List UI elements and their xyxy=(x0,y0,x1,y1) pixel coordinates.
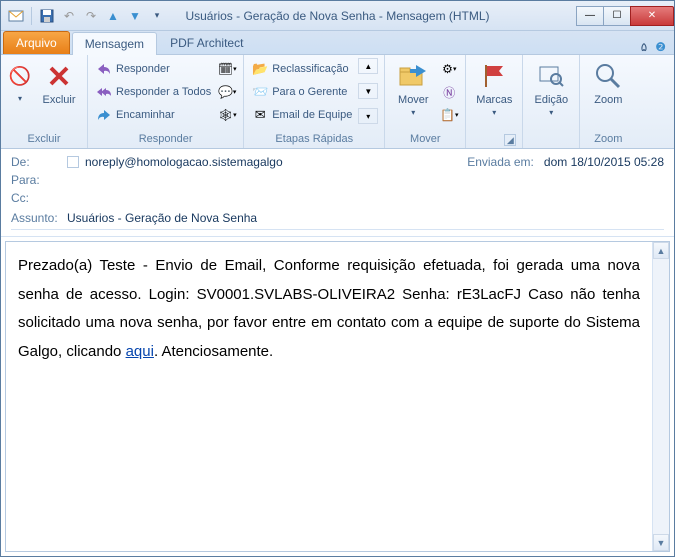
onenote-icon[interactable]: Ⓝ xyxy=(439,81,459,103)
sent-label: Enviada em: xyxy=(467,155,534,169)
ribbon-tabs: Arquivo Mensagem PDF Architect ۵ ❷ xyxy=(1,31,674,55)
next-item-icon[interactable]: ▼ xyxy=(126,7,144,25)
delete-button[interactable]: Excluir xyxy=(37,58,81,108)
to-label: Para: xyxy=(11,173,61,187)
im-reply-icon[interactable]: 💬▾ xyxy=(217,81,237,103)
cc-label: Cc: xyxy=(11,191,61,205)
flag-icon xyxy=(478,60,510,92)
find-icon xyxy=(535,60,567,92)
save-icon[interactable] xyxy=(38,7,56,25)
tab-message[interactable]: Mensagem xyxy=(72,32,157,55)
quick-step-reclass[interactable]: 📂 Reclassificação xyxy=(250,58,354,80)
more-respond-icon[interactable]: 🕸▾ xyxy=(217,104,237,126)
group-label-delete: Excluir xyxy=(7,131,81,148)
quick-step-manager[interactable]: 📨 Para o Gerente xyxy=(250,81,354,103)
previous-item-icon[interactable]: ▲ xyxy=(104,7,122,25)
reply-icon xyxy=(96,61,112,77)
group-label-tags: ◢ xyxy=(472,143,516,148)
group-label-move: Mover xyxy=(391,131,459,148)
move-button[interactable]: Mover ▾ xyxy=(391,58,435,119)
tab-file[interactable]: Arquivo xyxy=(3,31,70,54)
app-icon[interactable] xyxy=(7,7,25,25)
team-email-icon: ✉ xyxy=(252,107,268,123)
delete-icon xyxy=(43,60,75,92)
maximize-button[interactable]: ☐ xyxy=(603,6,631,26)
group-tags: Marcas ▾ ◢ xyxy=(466,55,523,148)
redo-icon[interactable]: ↷ xyxy=(82,7,100,25)
group-delete: 🚫 ▾ Excluir Excluir xyxy=(1,55,88,148)
body-part-2: . Atenciosamente. xyxy=(154,343,273,360)
forward-manager-icon: 📨 xyxy=(252,84,268,100)
qat-customize-icon[interactable]: ▾ xyxy=(148,7,166,25)
title-bar: ↶ ↷ ▲ ▼ ▾ Usuários - Geração de Nova Sen… xyxy=(1,1,674,31)
help-icon[interactable]: ❷ xyxy=(655,40,666,54)
quick-steps-up-icon[interactable]: ▲ xyxy=(358,58,378,74)
group-label-quick-steps: Etapas Rápidas xyxy=(250,131,378,148)
message-body-container: Prezado(a) Teste - Envio de Email, Confo… xyxy=(5,241,670,552)
group-respond: Responder Responder a Todos Encaminhar xyxy=(88,55,244,148)
body-link-aqui[interactable]: aqui xyxy=(126,343,154,360)
group-label-zoom: Zoom xyxy=(586,131,630,148)
from-value: noreply@homologacao.sistemagalgo xyxy=(85,155,283,169)
forward-button[interactable]: Encaminhar xyxy=(94,104,213,126)
scroll-track[interactable] xyxy=(653,259,669,534)
undo-icon[interactable]: ↶ xyxy=(60,7,78,25)
window-controls: — ☐ ✕ xyxy=(577,6,674,26)
close-button[interactable]: ✕ xyxy=(630,6,674,26)
tags-dialog-launcher[interactable]: ◢ xyxy=(504,134,516,146)
editing-button[interactable]: Edição ▾ xyxy=(529,58,573,119)
group-label-editing xyxy=(529,143,573,148)
subject-label: Assunto: xyxy=(11,211,61,225)
junk-split-button[interactable]: 🚫 ▾ xyxy=(7,58,33,105)
ribbon: 🚫 ▾ Excluir Excluir xyxy=(1,55,674,149)
minimize-button[interactable]: — xyxy=(576,6,604,26)
zoom-icon xyxy=(592,60,624,92)
junk-icon: 🚫 xyxy=(4,60,36,92)
scroll-down-button[interactable]: ▼ xyxy=(653,534,669,551)
group-editing: Edição ▾ xyxy=(523,55,580,148)
quick-steps-more-icon[interactable]: ▾ xyxy=(358,108,378,124)
group-quick-steps: 📂 Reclassificação 📨 Para o Gerente ✉ Ema… xyxy=(244,55,385,148)
scroll-up-button[interactable]: ▲ xyxy=(653,242,669,259)
reply-all-icon xyxy=(96,84,112,100)
from-label: De: xyxy=(11,155,61,169)
zoom-button[interactable]: Zoom xyxy=(586,58,630,108)
move-folder-icon xyxy=(397,60,429,92)
message-headers: De: noreply@homologacao.sistemagalgo Env… xyxy=(1,149,674,237)
tags-button[interactable]: Marcas ▾ xyxy=(472,58,516,119)
body-part-1: Prezado(a) Teste - Envio de Email, Confo… xyxy=(18,257,640,360)
minimize-ribbon-icon[interactable]: ۵ xyxy=(641,40,647,54)
forward-icon xyxy=(96,107,112,123)
outlook-message-window: ↶ ↷ ▲ ▼ ▾ Usuários - Geração de Nova Sen… xyxy=(0,0,675,557)
from-checkbox[interactable] xyxy=(67,156,79,168)
quick-steps-down-icon[interactable]: ▼ xyxy=(358,83,378,99)
message-body[interactable]: Prezado(a) Teste - Envio de Email, Confo… xyxy=(6,242,652,551)
vertical-scrollbar: ▲ ▼ xyxy=(652,242,669,551)
reply-button[interactable]: Responder xyxy=(94,58,213,80)
subject-value: Usuários - Geração de Nova Senha xyxy=(67,211,257,225)
folder-move-icon: 📂 xyxy=(252,61,268,77)
group-move: Mover ▾ ⚙▾ Ⓝ 📋▾ Mover xyxy=(385,55,466,148)
actions-icon[interactable]: 📋▾ xyxy=(439,104,459,126)
group-label-respond: Responder xyxy=(94,131,237,148)
quick-access-toolbar: ↶ ↷ ▲ ▼ ▾ xyxy=(1,7,172,25)
tab-pdf-architect[interactable]: PDF Architect xyxy=(157,31,256,54)
quick-step-team[interactable]: ✉ Email de Equipe xyxy=(250,104,354,126)
group-zoom: Zoom Zoom xyxy=(580,55,636,148)
sent-value: dom 18/10/2015 05:28 xyxy=(544,155,664,169)
reply-all-button[interactable]: Responder a Todos xyxy=(94,81,213,103)
rules-icon[interactable]: ⚙▾ xyxy=(439,58,459,80)
meeting-reply-icon[interactable]: 🗓▾ xyxy=(217,58,237,80)
